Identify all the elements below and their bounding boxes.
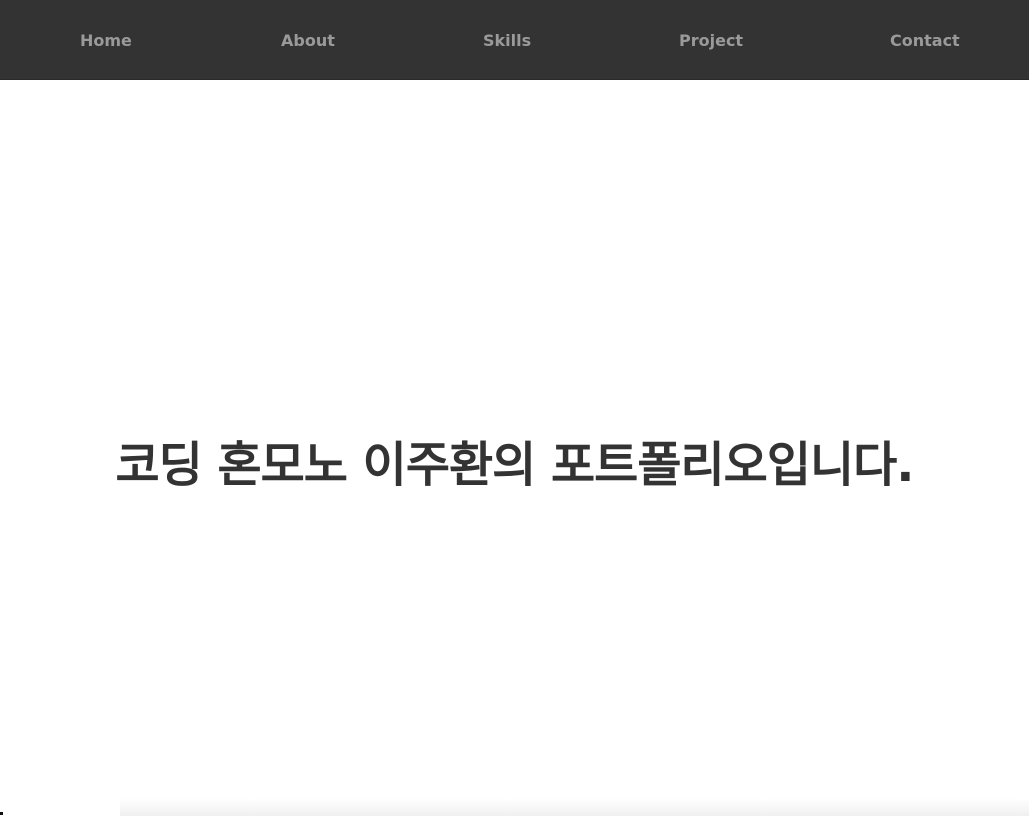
nav-link-project[interactable]: Project bbox=[679, 29, 743, 53]
nav-link-home[interactable]: Home bbox=[80, 29, 132, 53]
corner-mark bbox=[0, 812, 3, 815]
nav-link-skills[interactable]: Skills bbox=[483, 29, 531, 53]
nav-link-about[interactable]: About bbox=[281, 29, 335, 53]
top-navigation-bar: Home About Skills Project Contact bbox=[0, 0, 1029, 80]
bottom-section-shadow bbox=[120, 798, 1029, 816]
nav-link-contact[interactable]: Contact bbox=[890, 29, 960, 53]
hero-title: 코딩 혼모노 이주환의 포트폴리오입니다. bbox=[115, 437, 914, 493]
